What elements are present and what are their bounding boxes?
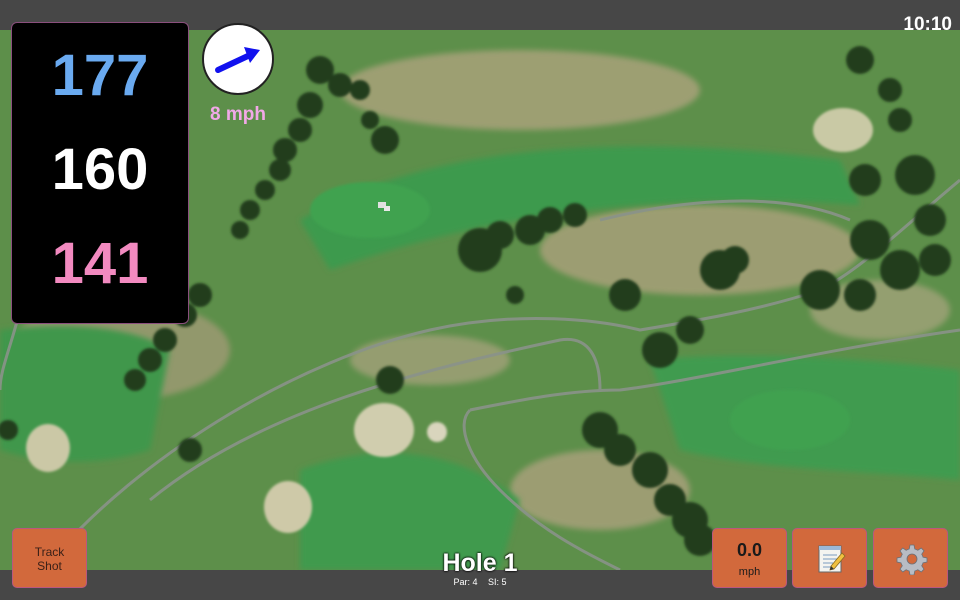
hole-meta: Par: 4 SI: 5 — [380, 577, 580, 587]
middle-distance: 160 — [51, 137, 149, 202]
back-distance: 177 — [51, 43, 149, 108]
wind-direction-dial — [202, 23, 274, 95]
track-shot-label-line2: Shot — [37, 559, 62, 573]
settings-button[interactable] — [873, 528, 948, 588]
wind-arrow-icon — [215, 47, 260, 73]
speed-button[interactable]: 0.0 mph — [712, 528, 787, 588]
speed-value: 0.0 — [736, 540, 763, 560]
hole-title: Hole 1 — [442, 549, 518, 577]
wind-speed-label: 8 mph — [210, 104, 266, 125]
track-shot-label-line1: Track — [34, 545, 65, 559]
front-distance: 141 — [51, 231, 149, 296]
distance-panel: 177 160 141 — [11, 22, 189, 324]
speed-unit: mph — [738, 566, 761, 578]
notepad-icon — [818, 545, 846, 573]
notes-button[interactable] — [792, 528, 867, 588]
hole-par: Par: 4 — [453, 577, 478, 587]
gear-icon — [896, 544, 928, 575]
hole-stroke-index: SI: 5 — [488, 577, 507, 587]
status-clock: 10:10 — [903, 14, 952, 35]
track-shot-button[interactable]: Track Shot — [12, 528, 87, 588]
